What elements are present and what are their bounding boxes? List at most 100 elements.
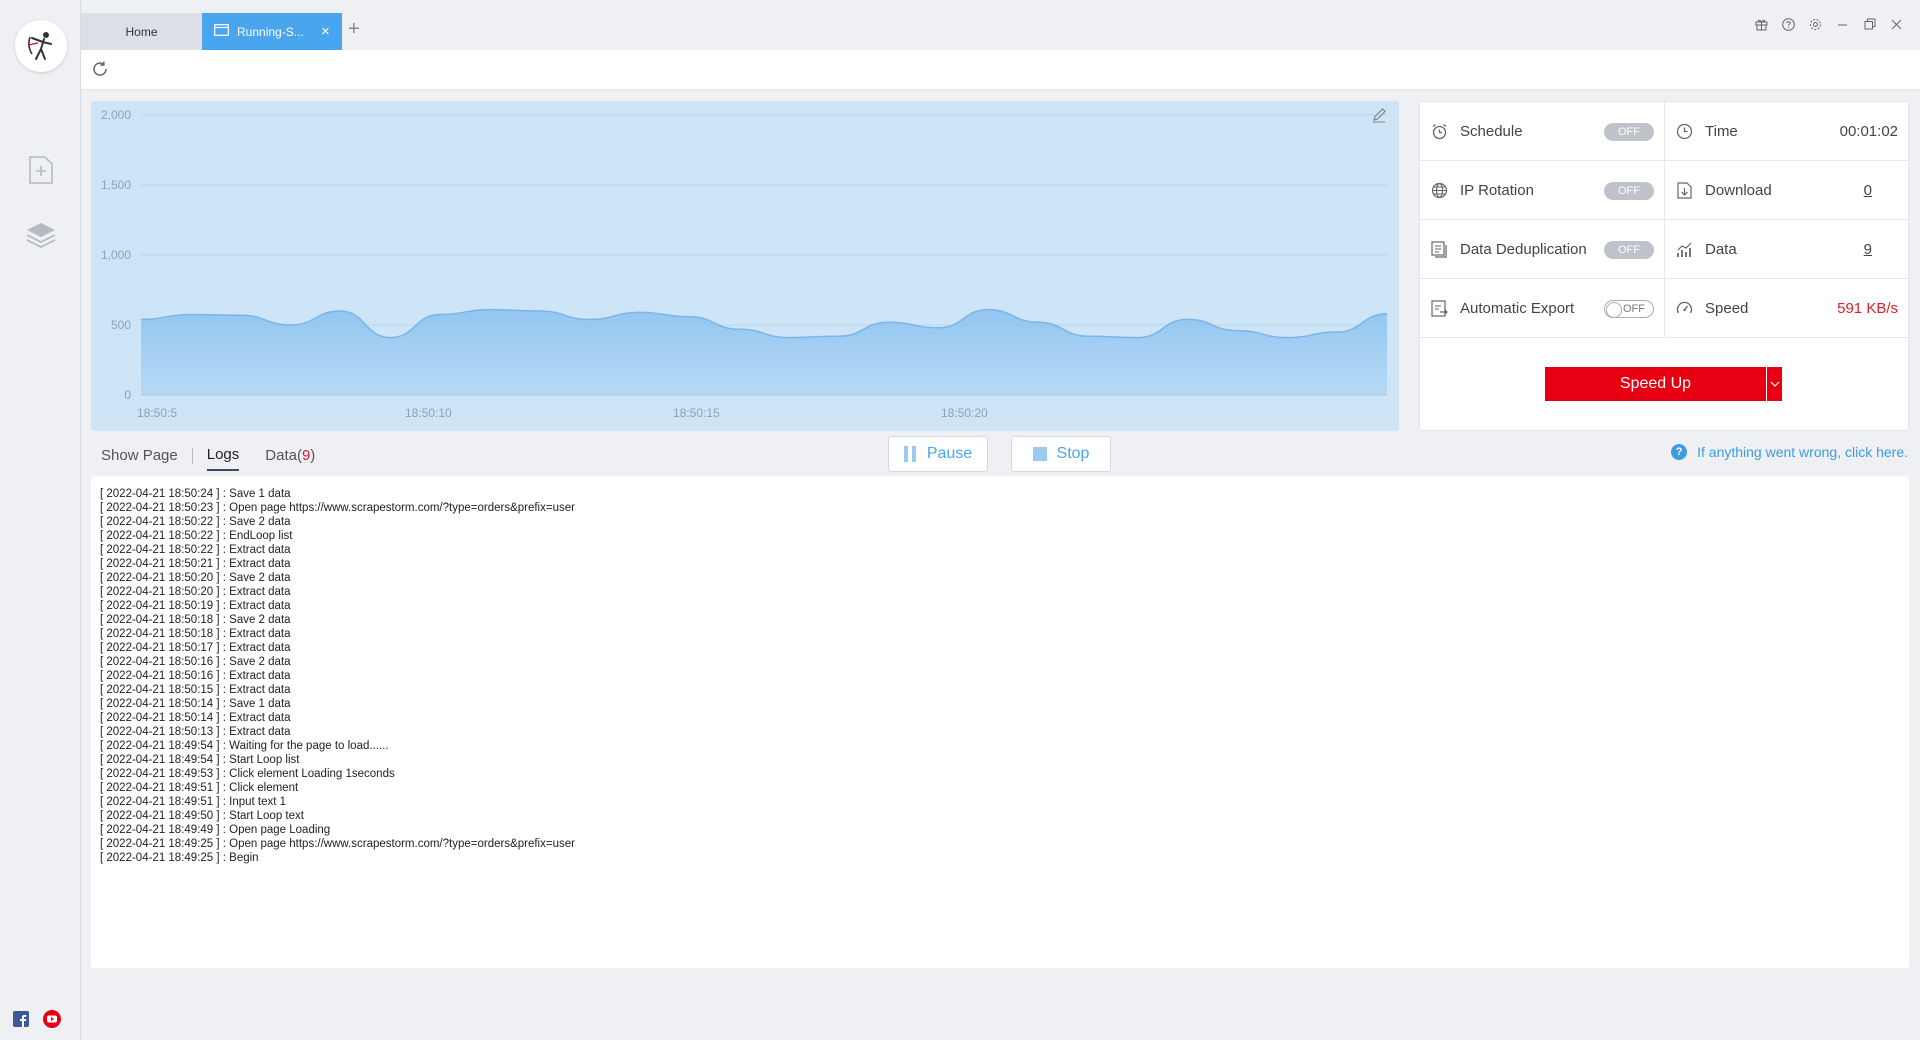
tab-running-label: Running-S... — [237, 24, 304, 39]
ip-rotation-toggle[interactable]: OFF — [1604, 182, 1654, 200]
stat-row: Automatic Export OFF Speed 591 KB/s — [1420, 279, 1908, 338]
chart-trend-icon — [1675, 241, 1693, 259]
pause-icon — [903, 446, 917, 462]
speed-up-button[interactable]: Speed Up — [1545, 367, 1782, 401]
log-line: [ 2022-04-21 18:49:51 ] : Input text 1 — [100, 796, 287, 808]
log-line: [ 2022-04-21 18:49:25 ] : Begin — [100, 852, 259, 864]
toolbar — [81, 50, 1920, 90]
task-stats-panel: Schedule OFF Time 00:01:02 IP Rotation O… — [1419, 101, 1909, 431]
log-line: [ 2022-04-21 18:50:18 ] : Save 2 data — [100, 614, 291, 626]
log-line: [ 2022-04-21 18:49:54 ] : Waiting for th… — [100, 740, 389, 752]
log-line: [ 2022-04-21 18:49:50 ] : Start Loop tex… — [100, 810, 304, 822]
stop-icon — [1032, 447, 1047, 461]
tab-divider — [191, 447, 193, 464]
chevron-down-icon[interactable] — [1766, 367, 1782, 401]
dedup-list-icon — [1430, 241, 1448, 259]
log-line: [ 2022-04-21 18:49:51 ] : Click element — [100, 782, 299, 794]
export-icon — [1430, 300, 1448, 318]
tab-show-page[interactable]: Show Page — [101, 447, 178, 470]
help-text: If anything went wrong, click here. — [1697, 444, 1908, 460]
alarm-clock-icon — [1430, 123, 1448, 141]
add-tab-button[interactable]: + — [348, 18, 360, 41]
dedup-cell: Data Deduplication OFF — [1420, 220, 1665, 279]
series-area — [141, 309, 1387, 395]
schedule-toggle[interactable]: OFF — [1604, 123, 1654, 141]
tab-running-task[interactable]: Running-S... × — [202, 13, 342, 50]
auto-export-label: Automatic Export — [1460, 300, 1575, 317]
log-line: [ 2022-04-21 18:50:16 ] : Save 2 data — [100, 656, 291, 668]
log-line: [ 2022-04-21 18:50:22 ] : Extract data — [100, 544, 291, 556]
schedule-cell: Schedule OFF — [1420, 102, 1665, 161]
y-tick-label: 1,500 — [101, 178, 131, 192]
y-tick-label: 500 — [111, 318, 131, 332]
data-count-link[interactable]: 9 — [1864, 241, 1872, 258]
download-label: Download — [1705, 182, 1772, 199]
question-icon: ? — [1671, 444, 1688, 460]
log-line: [ 2022-04-21 18:49:49 ] : Open page Load… — [100, 824, 331, 836]
clock-icon — [1675, 123, 1693, 141]
gift-icon[interactable] — [1748, 14, 1775, 34]
speed-chart-svg: 0 500 1,000 1,500 2,000 18:50:5 18:50:10 18:50:… — [101, 108, 1388, 420]
log-line: [ 2022-04-21 18:49:54 ] : Start Loop lis… — [100, 754, 300, 766]
download-count-link[interactable]: 0 — [1864, 182, 1872, 199]
pause-button[interactable]: Pause — [888, 436, 988, 472]
speed-chart: 0 500 1,000 1,500 2,000 18:50:5 18:50:10 18:50:… — [91, 101, 1399, 431]
stop-button[interactable]: Stop — [1011, 436, 1111, 472]
ip-rotation-label: IP Rotation — [1460, 182, 1534, 199]
log-line: [ 2022-04-21 18:49:25 ] : Open page http… — [100, 838, 575, 850]
window-controls — [1748, 14, 1910, 34]
tab-data-close: ) — [310, 447, 316, 464]
x-tick-label: 18:50:20 — [941, 406, 988, 420]
log-line: [ 2022-04-21 18:50:13 ] : Extract data — [100, 726, 291, 738]
log-line: [ 2022-04-21 18:50:22 ] : Save 2 data — [100, 516, 291, 528]
close-window-icon[interactable] — [1883, 14, 1910, 34]
tab-bar: Home Running-S... × + — [81, 0, 1920, 50]
log-line: [ 2022-04-21 18:50:14 ] : Save 1 data — [100, 698, 291, 710]
help-circle-icon[interactable] — [1775, 14, 1802, 34]
speed-label: Speed — [1705, 300, 1749, 317]
log-line: [ 2022-04-21 18:50:23 ] : Open page http… — [100, 502, 575, 514]
dedup-toggle[interactable]: OFF — [1604, 241, 1654, 259]
tab-data[interactable]: Data(9) — [265, 447, 315, 470]
dedup-label: Data Deduplication — [1460, 241, 1587, 258]
log-line: [ 2022-04-21 18:50:18 ] : Extract data — [100, 628, 291, 640]
time-cell: Time 00:01:02 — [1665, 102, 1910, 161]
time-value: 00:01:02 — [1839, 123, 1898, 140]
archer-logo-icon — [27, 32, 52, 60]
speed-value: 591 KB/s — [1837, 300, 1898, 317]
log-line: [ 2022-04-21 18:50:15 ] : Extract data — [100, 684, 291, 696]
log-line: [ 2022-04-21 18:50:22 ] : EndLoop list — [100, 530, 293, 542]
edit-pencil-icon[interactable] — [1371, 107, 1389, 125]
stat-row: Data Deduplication OFF Data 9 — [1420, 220, 1908, 279]
speed-cell: Speed 591 KB/s — [1665, 279, 1910, 338]
y-tick-label: 1,000 — [101, 248, 131, 262]
view-tabs: Show Page Logs Data(9) — [101, 446, 315, 471]
x-tick-label: 18:50:15 — [673, 406, 720, 420]
refresh-icon[interactable] — [91, 60, 111, 80]
new-task-icon[interactable] — [24, 153, 58, 187]
x-tick-label: 18:50:5 — [137, 406, 177, 420]
log-line: [ 2022-04-21 18:50:14 ] : Extract data — [100, 712, 291, 724]
document-download-icon — [1675, 182, 1693, 200]
minimize-icon[interactable] — [1829, 14, 1856, 34]
tab-home[interactable]: Home — [81, 13, 202, 50]
auto-export-toggle[interactable]: OFF — [1604, 300, 1654, 318]
tab-logs[interactable]: Logs — [206, 446, 240, 471]
time-label: Time — [1705, 123, 1738, 140]
settings-gear-icon[interactable] — [1802, 14, 1829, 34]
stat-row: Schedule OFF Time 00:01:02 — [1420, 102, 1908, 161]
data-cell: Data 9 — [1665, 220, 1910, 279]
data-label: Data — [1705, 241, 1737, 258]
tab-close-icon[interactable]: × — [321, 24, 330, 39]
log-line: [ 2022-04-21 18:50:16 ] : Extract data — [100, 670, 291, 682]
globe-icon — [1430, 182, 1448, 200]
facebook-icon[interactable] — [12, 1010, 30, 1028]
help-link[interactable]: ? If anything went wrong, click here. — [1671, 444, 1908, 460]
layers-icon[interactable] — [24, 218, 58, 252]
youtube-icon[interactable] — [43, 1010, 61, 1028]
app-logo[interactable] — [15, 20, 67, 72]
download-cell: Download 0 — [1665, 161, 1910, 220]
log-line: [ 2022-04-21 18:50:20 ] : Save 2 data — [100, 572, 291, 584]
restore-icon[interactable] — [1856, 14, 1883, 34]
stop-label: Stop — [1056, 445, 1090, 462]
